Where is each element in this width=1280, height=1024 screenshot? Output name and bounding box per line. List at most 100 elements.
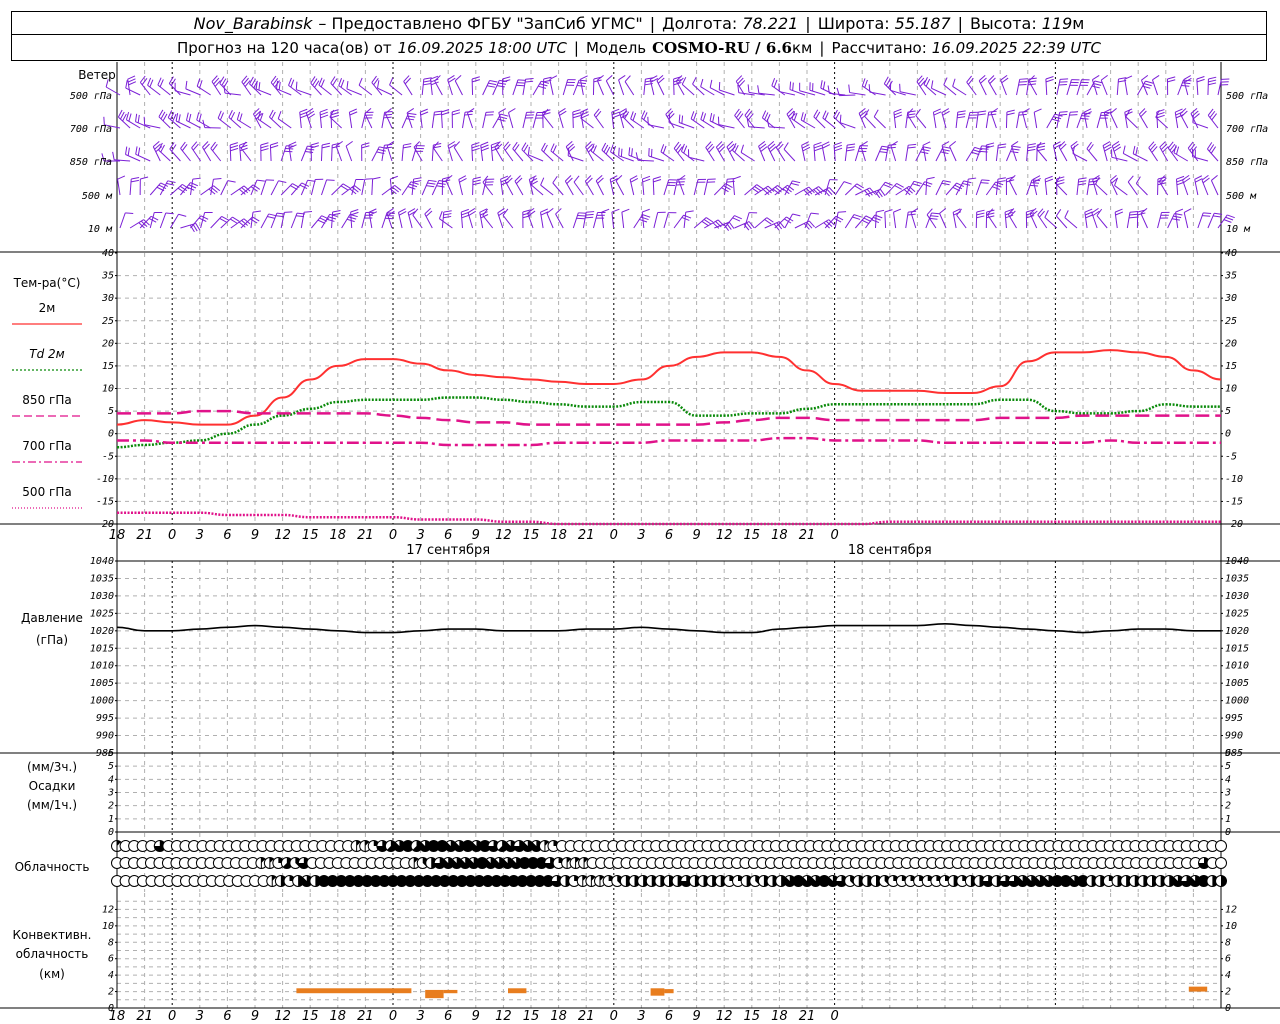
wind-barb-feather: [1019, 81, 1028, 83]
wind-barb: [1194, 175, 1203, 196]
wind-barb-feather: [320, 114, 329, 119]
convective-bar: [296, 988, 412, 994]
wind-barb-feather: [660, 144, 665, 152]
wind-barb-shaft: [1210, 180, 1219, 196]
wind-barb-shaft: [1111, 156, 1128, 162]
wind-barb-feather: [443, 213, 452, 216]
wind-barb: [1127, 175, 1138, 196]
wind-barb-feather: [227, 180, 236, 183]
wind-barb-feather: [585, 216, 594, 219]
wind-barb-feather: [910, 208, 919, 214]
wind-barb-feather: [137, 147, 141, 156]
temp-tick-left: 20: [102, 338, 114, 349]
meteogram-plot: 1818212100336699121215151818212100336699…: [0, 62, 1280, 1024]
wind-barb: [757, 85, 775, 96]
wind-barb: [202, 141, 212, 162]
wind-barb-feather: [792, 82, 794, 91]
wind-barb-feather: [1114, 208, 1123, 213]
wind-barb: [371, 146, 388, 162]
wind-barb-feather: [962, 182, 971, 186]
wind-barb: [1064, 210, 1078, 229]
wind-barb-feather: [454, 75, 462, 82]
wind-barb-feather: [997, 146, 1006, 149]
wind-barb-feather: [1127, 175, 1134, 183]
wind-barb-feather: [390, 175, 398, 180]
wind-level-label-right: 700 гПа: [1226, 124, 1268, 135]
temp-tick-left: 5: [108, 406, 114, 417]
wind-barb-feather: [685, 210, 694, 213]
convective-title: Конвективн.: [13, 928, 92, 942]
wind-barb-feather: [230, 111, 236, 120]
wind-barb-shaft: [860, 145, 866, 162]
x-tick-label-bottom: 0: [168, 1009, 176, 1024]
wind-barb-feather: [801, 141, 809, 146]
wind-barb-feather: [1083, 108, 1092, 113]
wind-barb-feather: [1195, 178, 1203, 183]
wind-barb-feather: [628, 147, 631, 156]
pressure-title: Давление: [21, 611, 83, 625]
wind-barb: [270, 180, 287, 196]
wind-barb: [995, 143, 1007, 162]
x-tick-label-bottom: 3: [637, 1009, 645, 1024]
wind-barb-feather: [621, 208, 630, 213]
temp-tick-left: 25: [102, 316, 114, 327]
wind-barb-feather: [340, 79, 345, 88]
wind-barb-feather: [345, 140, 353, 147]
convective-tick-left: 10: [102, 921, 114, 932]
wind-barb-shaft: [453, 147, 463, 162]
wind-barb-feather: [980, 182, 989, 184]
pressure-tick-right: 1005: [1225, 678, 1249, 689]
wind-barb-shaft: [1151, 79, 1159, 96]
wind-barb-feather: [813, 141, 822, 146]
wind-barb: [401, 181, 419, 196]
wind-barb-feather: [1045, 76, 1054, 80]
wind-barb: [1096, 112, 1110, 129]
temp-tick-left: -5: [102, 451, 114, 462]
wind-barb-feather: [612, 114, 621, 119]
wind-barb-feather: [871, 219, 880, 224]
wind-barb-shaft: [117, 179, 121, 196]
temp-tick-left: 0: [108, 429, 114, 440]
temp-tick-right: 5: [1225, 406, 1231, 417]
wind-barb-feather: [467, 107, 475, 114]
wind-barb-shaft: [1055, 183, 1068, 196]
wind-barb: [656, 74, 665, 96]
wind-barb-feather: [692, 76, 697, 85]
x-tick-label-bottom: 12: [716, 1009, 733, 1024]
wind-barb: [1056, 111, 1068, 129]
wind-barb: [147, 77, 161, 96]
wind-barb: [472, 176, 481, 196]
wind-barb-feather: [802, 146, 811, 152]
x-tick-label-top: 9: [251, 528, 259, 543]
wind-barb-shaft: [546, 213, 554, 229]
wind-barb-feather: [407, 186, 416, 190]
wind-barb-shaft: [1028, 80, 1038, 96]
wind-barb-feather: [586, 211, 595, 213]
wind-barb-feather: [438, 211, 443, 219]
wind-barb-feather: [732, 175, 741, 180]
wind-barb: [1052, 141, 1062, 162]
wind-barb-feather: [413, 180, 422, 183]
wind-barb-shaft: [169, 213, 179, 229]
wind-barb: [497, 207, 506, 229]
wind-barb-shaft: [432, 147, 443, 162]
wind-barb-shaft: [949, 146, 957, 162]
wind-barb: [844, 143, 856, 162]
wind-barb: [1136, 80, 1154, 96]
wind-barb: [406, 107, 415, 129]
wind-barb-feather: [319, 108, 328, 113]
wind-barb-feather: [873, 109, 879, 117]
x-tick-label-top: 18: [109, 528, 126, 543]
pressure-tick-left: 990: [96, 731, 114, 742]
wind-barb: [1091, 75, 1100, 96]
wind-barb-shaft: [371, 178, 374, 196]
wind-barb-shaft: [119, 212, 126, 229]
wind-barb: [941, 141, 950, 162]
wind-barb-feather: [576, 84, 586, 87]
wind-barb-feather: [112, 151, 115, 160]
wind-barb-feather: [413, 177, 422, 180]
wind-barb: [649, 75, 659, 96]
wind-barb-feather: [358, 77, 363, 86]
convective-bar: [443, 989, 458, 994]
wind-barb: [624, 75, 635, 96]
